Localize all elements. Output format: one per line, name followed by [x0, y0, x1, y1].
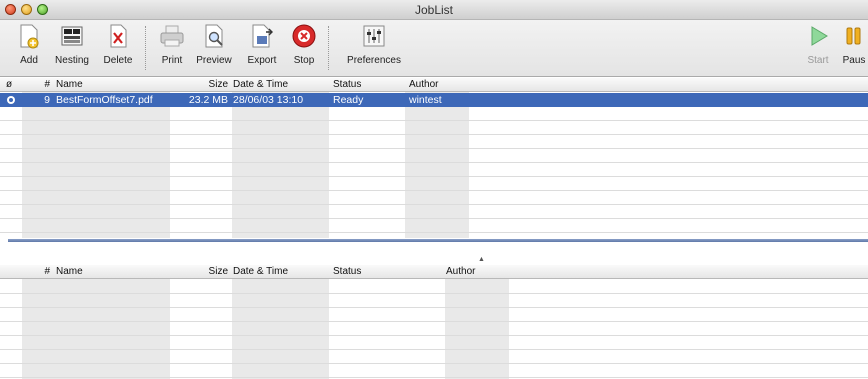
top-job-list: 9 BestFormOffset7.pdf 23.2 MB 28/06/03 1…	[0, 92, 868, 238]
preferences-icon	[363, 25, 385, 47]
add-button[interactable]: Add	[14, 23, 44, 66]
start-button[interactable]: Start	[804, 23, 832, 66]
pause-icon	[846, 27, 861, 45]
printer-icon	[160, 25, 184, 47]
status-column-header[interactable]: Status	[333, 266, 361, 277]
preview-icon	[205, 24, 223, 48]
play-icon	[811, 26, 828, 46]
job-status: Ready	[333, 94, 364, 106]
datetime-column-header[interactable]: Date & Time	[233, 266, 288, 277]
stop-button[interactable]: Stop	[290, 23, 318, 66]
toolbar: Add Nesting Delete Print Preview Export …	[0, 20, 868, 77]
bottom-job-list	[0, 279, 868, 379]
job-number: 9	[44, 94, 50, 106]
top-table-header: ø # Name Size Date & Time Status Author	[0, 78, 868, 92]
size-column-header[interactable]: Size	[172, 79, 228, 90]
print-button[interactable]: Print	[156, 23, 188, 66]
job-datetime: 28/06/03 13:10	[233, 94, 304, 106]
stop-icon	[292, 24, 316, 48]
toolbar-separator	[145, 26, 146, 70]
datetime-column-header[interactable]: Date & Time	[233, 79, 288, 90]
job-name: BestFormOffset7.pdf	[56, 94, 153, 106]
job-size: 23.2 MB	[188, 94, 228, 106]
toolbar-separator	[328, 26, 329, 70]
title-bar: JobList	[0, 0, 868, 20]
number-column-header[interactable]: #	[30, 79, 50, 90]
ready-status-icon	[7, 96, 15, 104]
nesting-icon	[61, 26, 83, 46]
preview-button[interactable]: Preview	[194, 23, 234, 66]
pane-splitter[interactable]	[8, 239, 868, 242]
author-column-header[interactable]: Author	[446, 266, 475, 277]
add-doc-icon	[20, 24, 39, 49]
splitter-grip-icon[interactable]: ▲	[478, 256, 485, 263]
name-column-header[interactable]: Name	[56, 79, 83, 90]
bottom-table-header: # Name Size Date & Time Status Author	[0, 265, 868, 279]
delete-doc-icon	[110, 24, 127, 48]
status-column-header[interactable]: Status	[333, 79, 361, 90]
export-icon	[252, 24, 273, 48]
name-column-header[interactable]: Name	[56, 266, 83, 277]
job-author: wintest	[409, 94, 442, 106]
pause-button[interactable]: Paus	[840, 23, 868, 66]
nesting-button[interactable]: Nesting	[52, 23, 92, 66]
delete-button[interactable]: Delete	[100, 23, 136, 66]
export-button[interactable]: Export	[243, 23, 281, 66]
table-row[interactable]: 9 BestFormOffset7.pdf 23.2 MB 28/06/03 1…	[0, 93, 868, 107]
window-title: JobList	[414, 3, 454, 17]
preferences-button[interactable]: Preferences	[342, 23, 406, 66]
size-column-header[interactable]: Size	[172, 266, 228, 277]
author-column-header[interactable]: Author	[409, 79, 438, 90]
status-icon-column-header[interactable]: ø	[6, 79, 12, 90]
number-column-header[interactable]: #	[30, 266, 50, 277]
